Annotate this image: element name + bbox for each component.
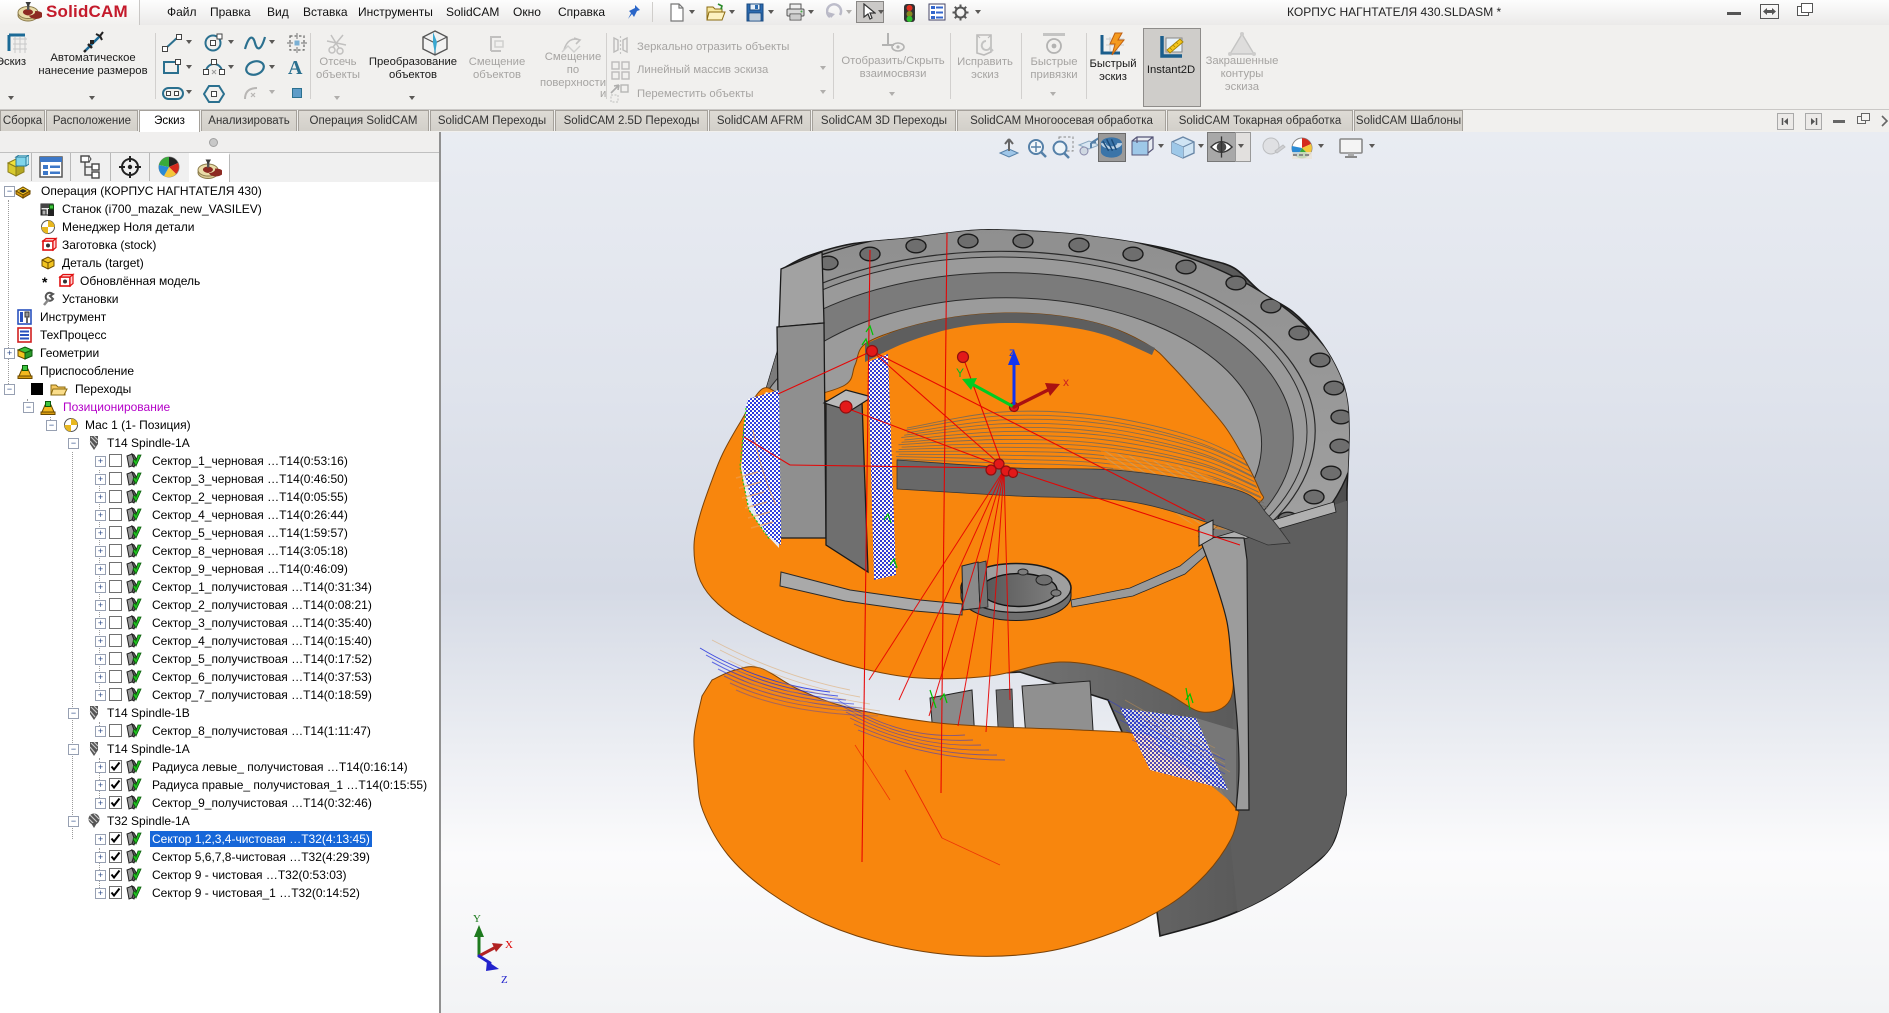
svg-text:X: X: [505, 939, 513, 951]
svg-text:x: x: [1063, 375, 1069, 389]
svg-text:z: z: [1009, 345, 1015, 359]
svg-text:Y: Y: [473, 913, 481, 925]
svg-text:Z: Z: [501, 974, 508, 986]
svg-text:Y: Y: [956, 366, 964, 380]
